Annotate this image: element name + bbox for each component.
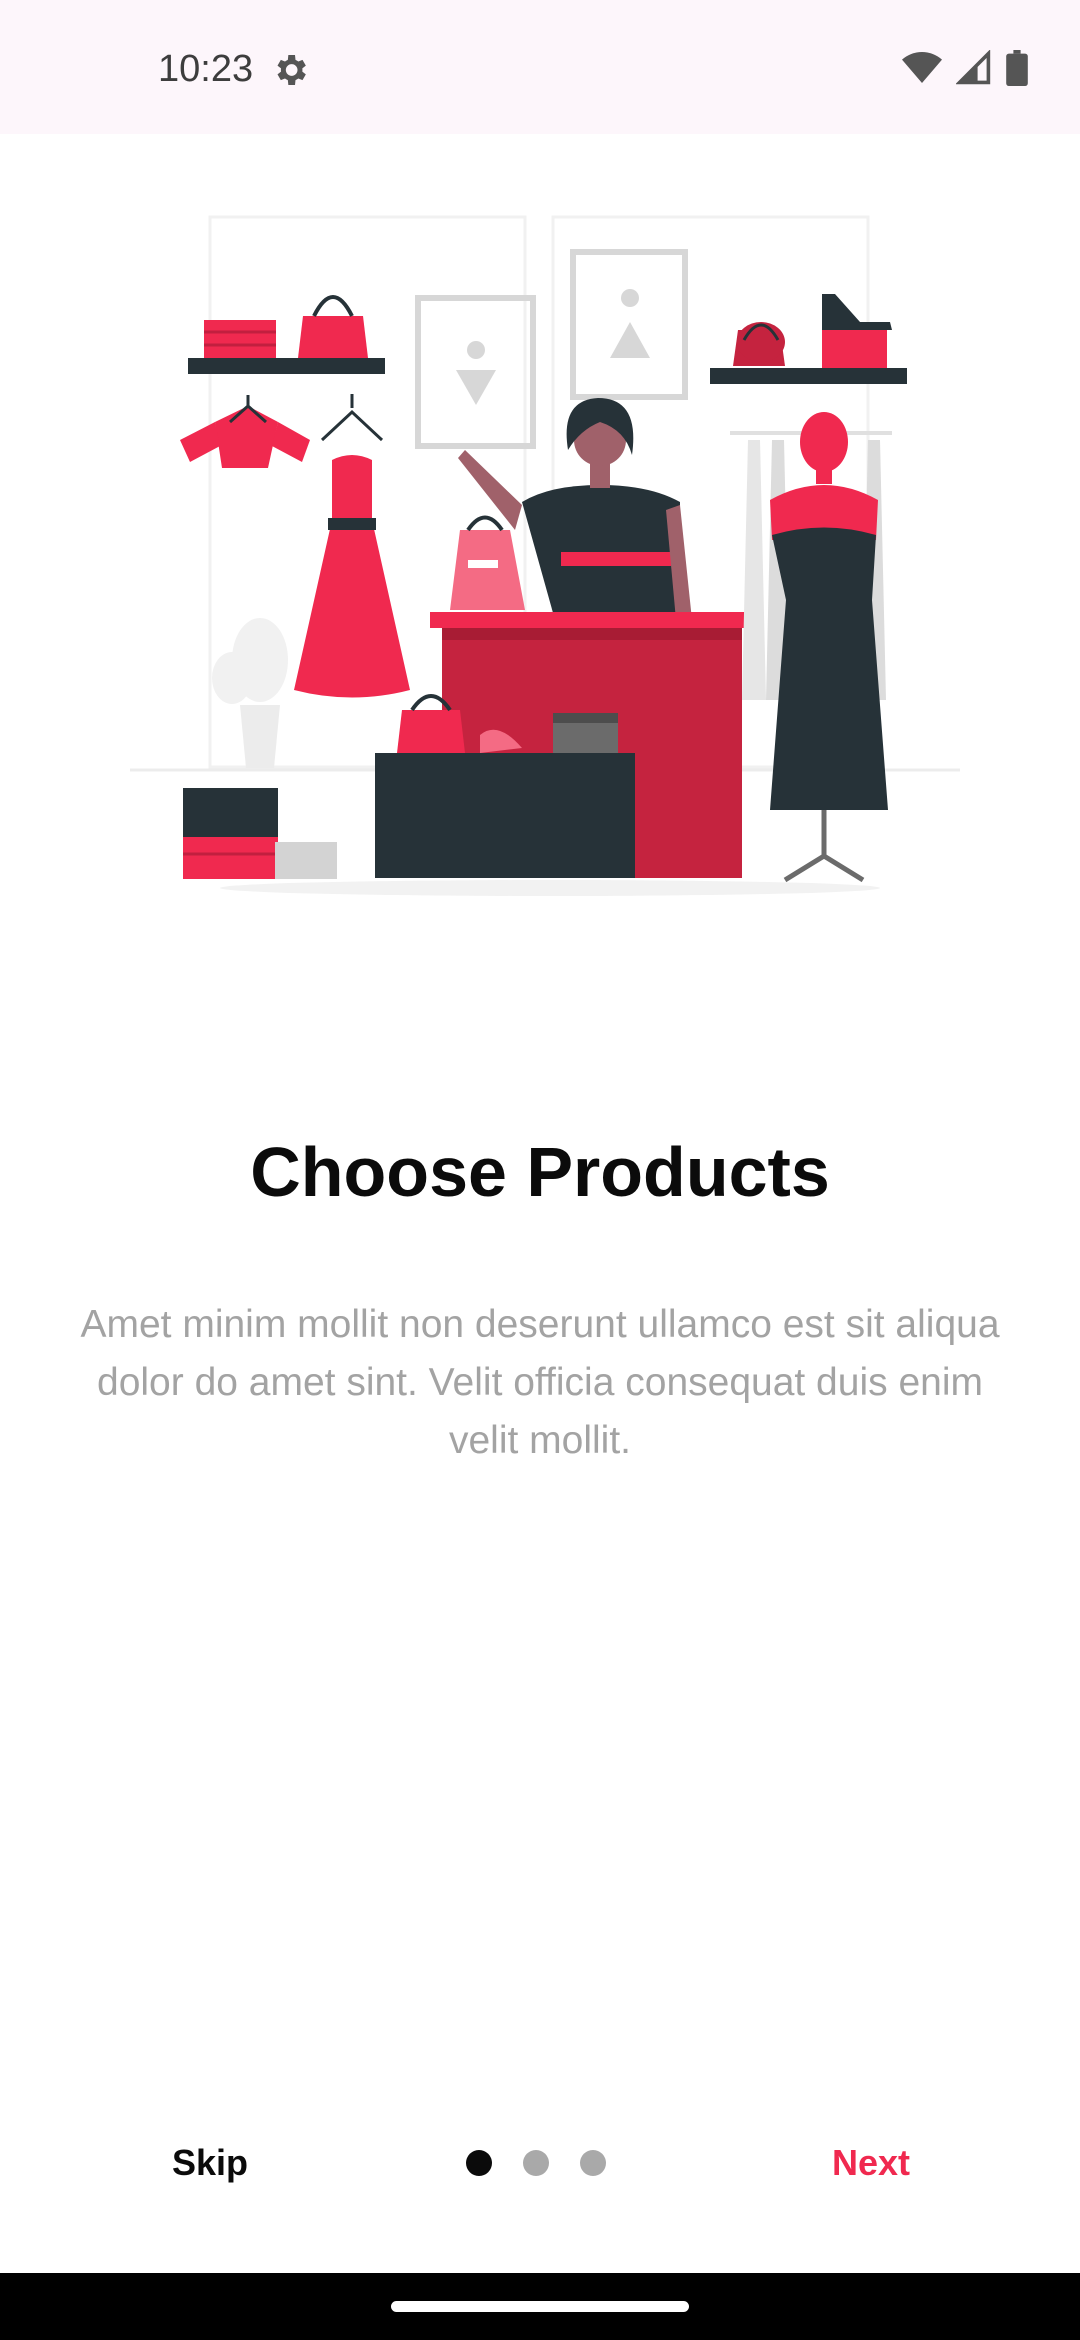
page-indicator (466, 2150, 606, 2176)
page-dot-1[interactable] (466, 2150, 492, 2176)
status-bar: 10:23 (0, 0, 1080, 134)
onboarding-footer: Skip Next (0, 2118, 1080, 2208)
wifi-icon (902, 52, 942, 83)
page-dot-2[interactable] (523, 2150, 549, 2176)
shop-illustration (130, 215, 960, 896)
onboarding-description: Amet minim mollit non deserunt ullamco e… (80, 1303, 1000, 1462)
home-gesture-handle[interactable] (391, 2301, 689, 2312)
settings-gear-icon (277, 55, 306, 85)
next-button[interactable]: Next (832, 2142, 910, 2184)
system-nav-bar (0, 2273, 1080, 2340)
battery-icon (1006, 50, 1028, 86)
skip-button[interactable]: Skip (172, 2142, 248, 2184)
status-time: 10:23 (158, 48, 254, 90)
cellular-signal-icon (956, 50, 991, 85)
status-icons (902, 50, 1028, 86)
page-dot-3[interactable] (580, 2150, 606, 2176)
onboarding-title: Choose Products (250, 1133, 830, 1211)
